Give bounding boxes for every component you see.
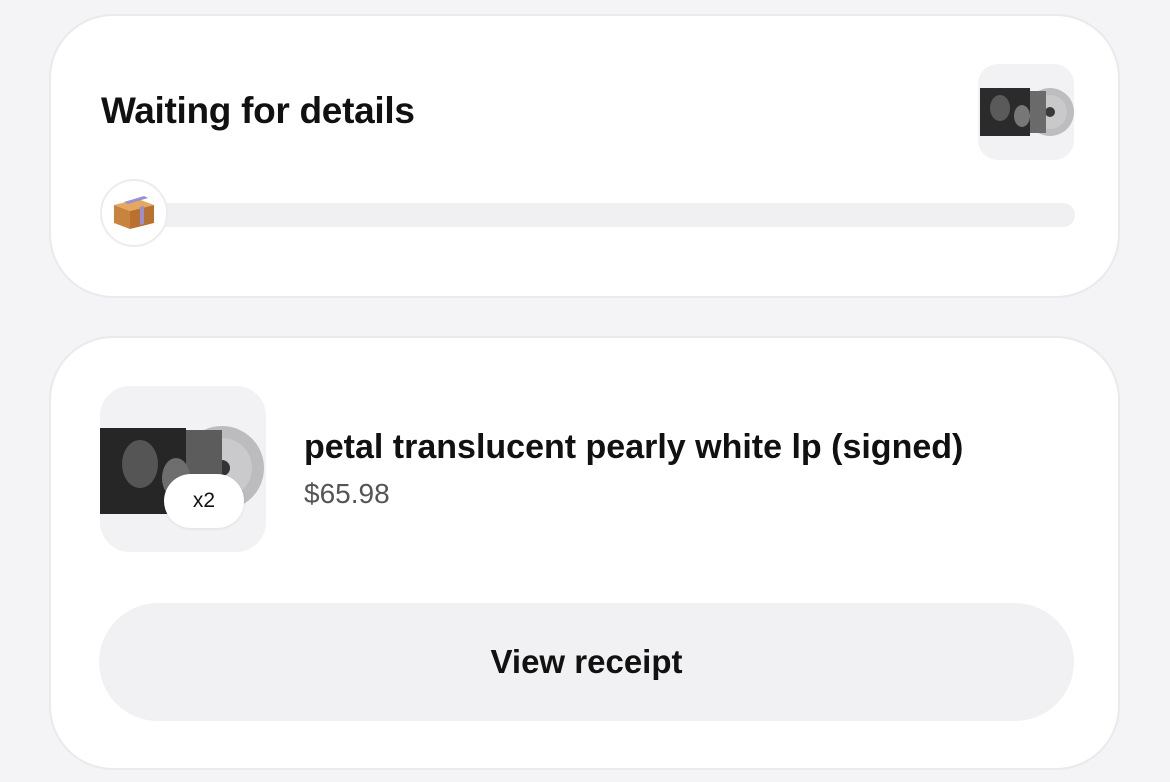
status-title: Waiting for details: [101, 90, 415, 131]
order-status-card: Waiting for details: [49, 14, 1120, 298]
item-title: petal translucent pearly white lp (signe…: [304, 428, 964, 466]
order-item-card: x2 petal translucent pearly white lp (si…: [49, 336, 1120, 770]
view-receipt-button[interactable]: View receipt: [99, 603, 1074, 721]
album-cover-icon: [100, 386, 266, 552]
quantity-badge: x2: [164, 474, 244, 528]
item-price: $65.98: [304, 478, 390, 509]
album-cover-icon: [978, 64, 1074, 160]
shipping-progress-bar: [111, 203, 1075, 227]
package-icon: [100, 179, 168, 247]
